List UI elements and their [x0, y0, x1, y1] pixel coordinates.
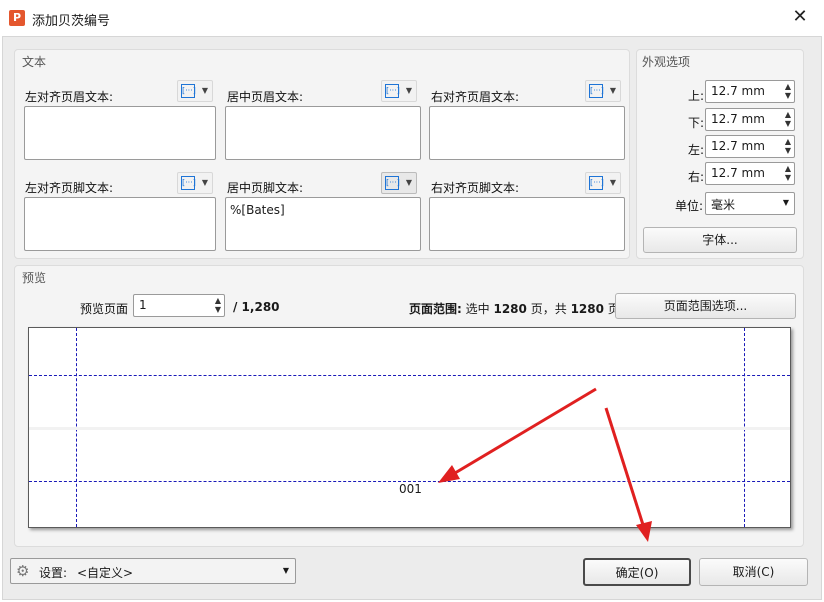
arrow-to-ok-button — [604, 407, 652, 542]
arrow-to-bates-number — [438, 387, 597, 483]
annotation-arrows — [438, 387, 652, 542]
